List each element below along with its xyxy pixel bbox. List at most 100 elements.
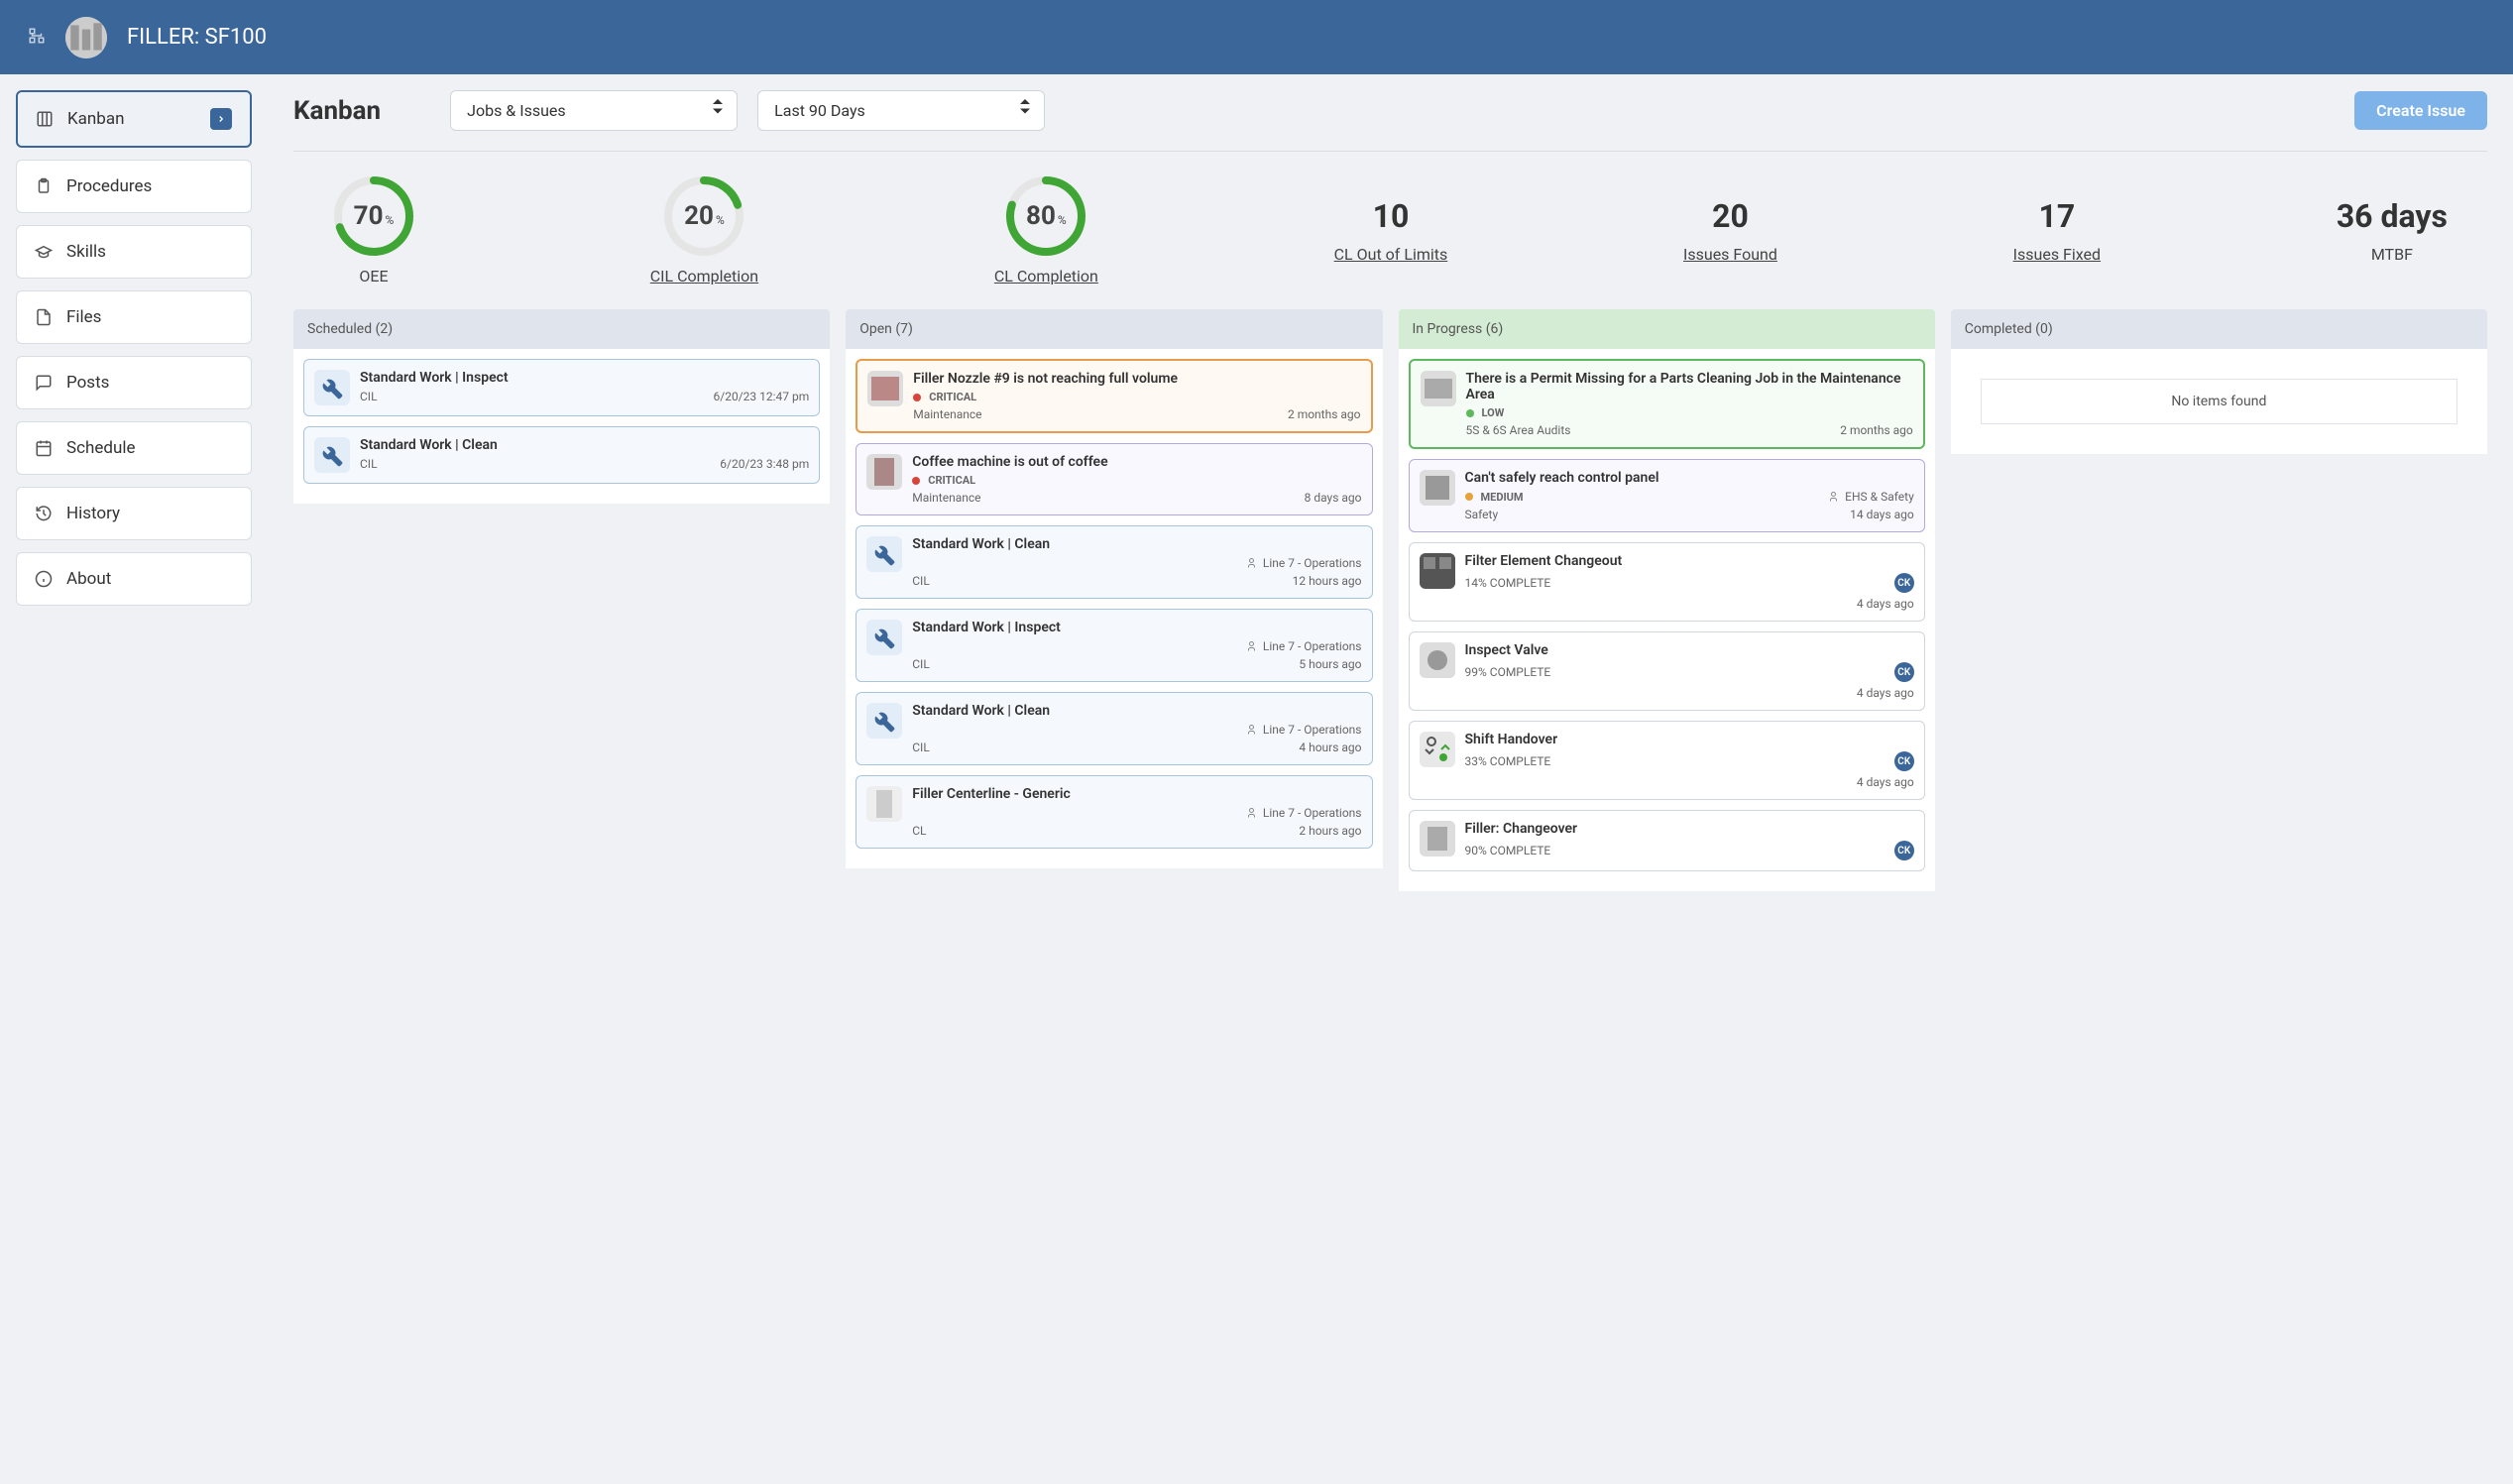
wrench-icon (314, 370, 350, 405)
cil-gauge: 20% (663, 175, 744, 257)
sidebar-item-label: About (66, 569, 111, 589)
team-icon (1247, 557, 1259, 569)
metric-label[interactable]: Issues Fixed (2013, 245, 2101, 264)
card-time: 14 days ago (1850, 508, 1914, 521)
kanban-column-completed: Completed (0) No items found (1951, 309, 2487, 891)
metric-label[interactable]: Issues Found (1683, 245, 1777, 264)
filter-date-select[interactable]: Last 90 Days (757, 90, 1045, 131)
app-header: FILLER: SF100 (0, 0, 2513, 74)
card-team: Line 7 - Operations (1263, 556, 1362, 570)
kanban-icon (36, 110, 54, 128)
column-header: Open (7) (846, 309, 1382, 349)
kanban-card[interactable]: Standard Work | Inspect CIL 6/20/23 12:4… (303, 359, 820, 416)
card-title: Filter Element Changeout (1465, 553, 1914, 569)
metric-issuesfixed: 17 Issues Fixed (2013, 197, 2101, 264)
sidebar-item-about[interactable]: About (16, 552, 252, 606)
card-category: CIL (360, 457, 378, 471)
sidebar-item-label: Schedule (66, 438, 135, 458)
calendar-icon (35, 439, 53, 457)
tree-icon[interactable] (28, 27, 46, 49)
avatar[interactable] (65, 17, 107, 58)
kanban-card[interactable]: Coffee machine is out of coffee CRITICAL… (856, 443, 1372, 515)
metric-label: OEE (359, 267, 388, 285)
card-category: CIL (912, 657, 930, 671)
card-thumbnail (866, 454, 902, 490)
kanban-card[interactable]: Filler: Changeover 90% COMPLETE CK (1409, 810, 1925, 871)
chat-icon (35, 374, 53, 392)
priority-dot (1466, 409, 1474, 417)
metric-outoflimits: 10 CL Out of Limits (1334, 197, 1448, 264)
metric-label[interactable]: CIL Completion (650, 267, 758, 285)
sidebar-item-label: Files (66, 307, 101, 327)
card-thumbnail (1420, 553, 1455, 589)
kanban-card[interactable]: Filter Element Changeout 14% COMPLETE CK… (1409, 542, 1925, 622)
sidebar-item-kanban[interactable]: Kanban (16, 90, 252, 148)
kanban-card[interactable]: Inspect Valve 99% COMPLETE CK 4 days ago (1409, 631, 1925, 711)
chevron-right-icon (210, 108, 232, 130)
team-icon (1247, 724, 1259, 736)
team-icon (1247, 640, 1259, 652)
card-time: 6/20/23 12:47 pm (714, 390, 810, 403)
kanban-card[interactable]: Shift Handover 33% COMPLETE CK 4 days ag… (1409, 721, 1925, 800)
kanban-card[interactable]: Standard Work | Clean CIL 6/20/23 3:48 p… (303, 426, 820, 484)
metric-issuesfound: 20 Issues Found (1683, 197, 1777, 264)
sidebar-item-history[interactable]: History (16, 487, 252, 540)
wrench-icon (314, 437, 350, 473)
card-category: CIL (912, 741, 930, 754)
sidebar-item-label: Kanban (67, 109, 124, 129)
wrench-icon (866, 536, 902, 572)
column-header: Completed (0) (1951, 309, 2487, 349)
kanban-card[interactable]: There is a Permit Missing for a Parts Cl… (1409, 359, 1925, 449)
card-time: 4 days ago (1857, 775, 1914, 789)
clipboard-icon (35, 177, 53, 195)
card-title: Can't safely reach control panel (1465, 470, 1914, 486)
card-progress: 90% COMPLETE (1465, 844, 1551, 857)
kanban-column-open: Open (7) Filler Nozzle #9 is not reachin… (846, 309, 1382, 891)
card-title: Filler Nozzle #9 is not reaching full vo… (913, 371, 1360, 387)
sidebar: Kanban Procedures Skills Files Posts Sch… (0, 74, 268, 907)
card-category: CIL (912, 574, 930, 588)
no-items-message: No items found (1981, 379, 2457, 424)
sidebar-item-files[interactable]: Files (16, 290, 252, 344)
card-priority: LOW (1482, 406, 1505, 419)
card-title: Filler: Changeover (1465, 821, 1914, 837)
filter-jobs-select[interactable]: Jobs & Issues (450, 90, 738, 131)
card-time: 2 hours ago (1299, 824, 1361, 838)
card-time: 2 months ago (1840, 423, 1913, 437)
team-icon (1829, 491, 1841, 503)
kanban-card[interactable]: Standard Work | Clean Line 7 - Operation… (856, 525, 1372, 599)
card-team: Line 7 - Operations (1263, 639, 1362, 653)
card-time: 5 hours ago (1299, 657, 1361, 671)
card-title: There is a Permit Missing for a Parts Cl… (1466, 371, 1913, 402)
sidebar-item-schedule[interactable]: Schedule (16, 421, 252, 475)
card-category: CL (912, 824, 926, 838)
card-title: Standard Work | Clean (912, 703, 1361, 719)
card-thumbnail (867, 371, 903, 406)
card-time: 12 hours ago (1293, 574, 1362, 588)
kanban-card[interactable]: Filler Nozzle #9 is not reaching full vo… (856, 359, 1372, 433)
card-category: CIL (360, 390, 378, 403)
card-thumbnail (1420, 642, 1455, 678)
card-title: Coffee machine is out of coffee (912, 454, 1361, 470)
card-progress: 14% COMPLETE (1465, 576, 1551, 590)
file-icon (35, 308, 53, 326)
card-category: Maintenance (912, 491, 980, 505)
card-thumbnail (1421, 371, 1456, 406)
metric-label[interactable]: CL Out of Limits (1334, 245, 1448, 264)
card-thumbnail (1420, 470, 1455, 506)
sidebar-item-procedures[interactable]: Procedures (16, 160, 252, 213)
card-title: Inspect Valve (1465, 642, 1914, 658)
kanban-card[interactable]: Can't safely reach control panel MEDIUM … (1409, 459, 1925, 532)
sidebar-item-posts[interactable]: Posts (16, 356, 252, 409)
create-issue-button[interactable]: Create Issue (2354, 91, 2487, 130)
sidebar-item-skills[interactable]: Skills (16, 225, 252, 279)
kanban-column-scheduled: Scheduled (2) Standard Work | Inspect CI… (293, 309, 830, 891)
card-team: Line 7 - Operations (1263, 723, 1362, 737)
kanban-card[interactable]: Standard Work | Inspect Line 7 - Operati… (856, 609, 1372, 682)
card-priority: CRITICAL (928, 474, 975, 487)
kanban-card[interactable]: Standard Work | Clean Line 7 - Operation… (856, 692, 1372, 765)
content-title: Kanban (293, 96, 381, 126)
kanban-card[interactable]: Filler Centerline - Generic Line 7 - Ope… (856, 775, 1372, 849)
metric-label[interactable]: CL Completion (994, 267, 1098, 285)
history-icon (35, 505, 53, 522)
